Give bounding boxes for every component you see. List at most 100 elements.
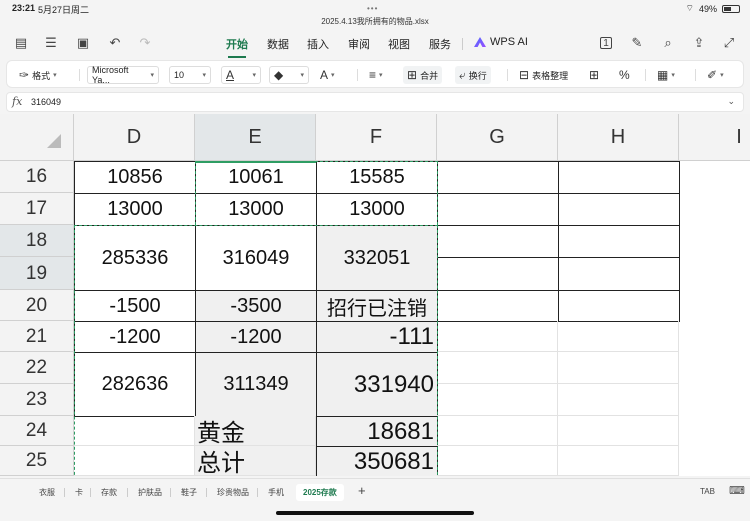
cell-h19[interactable] [558,257,680,291]
cell-g25[interactable] [437,446,558,476]
tab-insert[interactable]: 插入 [307,36,329,52]
sheet-tab-valuables[interactable]: 珍贵物品 [217,487,249,498]
cell-d21[interactable]: -1200 [74,321,196,353]
sheet-tab-clothes[interactable]: 衣服 [39,487,55,498]
cell-e18-active[interactable]: 316049 [195,225,317,291]
cell-h23[interactable] [558,384,679,416]
row-header-22[interactable]: 22 [0,352,74,384]
cell-f20[interactable]: 招行已注销 [316,290,438,322]
formula-bar[interactable]: fx 316049 ⌄ [6,92,744,112]
undo-icon[interactable]: ↶ [108,36,122,50]
cell-e16[interactable]: 10061 [195,161,317,194]
cell-h21[interactable] [558,321,679,352]
cell-e22[interactable]: 311349 [195,352,317,417]
redo-icon[interactable]: ↷ [138,36,152,50]
tab-start[interactable]: 开始 [226,36,248,58]
cell-h24[interactable] [558,416,679,446]
cell-f25[interactable]: 350681 [316,446,438,476]
sheet-tab-card[interactable]: 卡 [75,487,83,498]
share-icon[interactable]: ⇪ [692,36,706,50]
column-header-e[interactable]: E [195,114,316,161]
fullscreen-icon[interactable]: ⤢ [722,36,736,50]
sheet-tab-skincare[interactable]: 护肤品 [138,487,162,498]
search-icon[interactable]: ⌕ [661,36,675,50]
cell-h16[interactable] [558,161,680,194]
column-header-g[interactable]: G [437,114,558,161]
multitask-dots-icon[interactable]: ••• [367,4,378,13]
cell-h25[interactable] [558,446,679,476]
percent-button[interactable]: % [619,66,630,84]
sheet-tab-2025-deposit[interactable]: 2025存款 [296,484,344,501]
row-header-17[interactable]: 17 [0,193,74,225]
fill-color-button[interactable]: ◆ ▾ [269,66,309,84]
sheet-tab-phone[interactable]: 手机 [268,487,284,498]
font-name-select[interactable]: Microsoft Ya... ▾ [87,65,159,85]
cell-d22[interactable]: 282636 [74,352,196,417]
cell-d25[interactable] [74,446,195,476]
cell-f18[interactable]: 332051 [316,225,438,291]
cell-h18[interactable] [558,225,680,258]
keyboard-icon[interactable]: ⌨ [729,484,745,497]
cell-e25[interactable]: 总计 [195,446,316,476]
cell-e17[interactable]: 13000 [195,193,317,226]
wps-ai-button[interactable]: WPS AI [474,36,528,48]
tab-review[interactable]: 审阅 [348,36,370,52]
cell-d17[interactable]: 13000 [74,193,196,226]
cell-f22[interactable]: 331940 [316,352,438,417]
cell-style-button[interactable]: ⊞ [589,66,599,84]
cell-f17[interactable]: 13000 [316,193,438,226]
font-color-button[interactable]: A ▾ [221,66,261,84]
function-icon[interactable]: fx [12,95,22,108]
row-header-20[interactable]: 20 [0,290,74,321]
align-button[interactable]: ≡ ▾ [369,66,383,84]
cell-d18[interactable]: 285336 [74,225,196,291]
sidebar-toggle-icon[interactable]: ▤ [14,36,28,50]
clear-button[interactable]: ✐ ▾ [707,66,724,84]
border-button[interactable]: ▦ ▾ [657,66,675,84]
sheet-tab-shoes[interactable]: 鞋子 [181,487,197,498]
merge-button[interactable]: ⊞ 合并 [403,66,443,84]
select-all-corner[interactable] [0,114,74,161]
font-size-select[interactable]: 10 ▾ [169,66,211,84]
column-header-d[interactable]: D [74,114,195,161]
cell-d16[interactable]: 10856 [74,161,196,194]
row-header-19[interactable]: 19 [0,257,74,290]
cell-d24[interactable] [74,416,195,446]
cell-e20[interactable]: -3500 [195,290,317,322]
cell-g23[interactable] [437,384,558,416]
page-count-icon[interactable]: 1 [600,37,612,49]
cell-f21[interactable]: -111 [316,321,438,353]
wrap-button[interactable]: ⤶ 换行 [455,66,491,84]
formula-value[interactable]: 316049 [31,97,61,107]
row-header-24[interactable]: 24 [0,416,74,446]
cell-e21[interactable]: -1200 [195,321,317,353]
cell-f24[interactable]: 18681 [316,416,438,447]
format-button[interactable]: ✑ 格式 ▾ [19,66,57,84]
cell-g22[interactable] [437,352,558,384]
add-sheet-button[interactable]: + [358,483,366,498]
cell-g24[interactable] [437,416,558,446]
tab-services[interactable]: 服务 [429,36,451,52]
tab-key-button[interactable]: TAB [700,487,715,496]
tab-data[interactable]: 数据 [267,36,289,52]
save-icon[interactable]: ▣ [76,36,90,50]
chevron-down-icon[interactable]: ⌄ [727,96,735,107]
cell-h22[interactable] [558,352,679,384]
row-header-16[interactable]: 16 [0,161,74,193]
column-header-i[interactable]: I [679,114,750,161]
cell-h17[interactable] [558,193,680,226]
tab-view[interactable]: 视图 [388,36,410,52]
home-indicator[interactable] [276,511,474,515]
cell-h20[interactable] [558,290,680,322]
cell-g20[interactable] [437,290,559,322]
row-header-21[interactable]: 21 [0,321,74,352]
cell-e24[interactable]: 黄金 [195,416,316,446]
font-style-button[interactable]: A ▾ [320,66,335,84]
cell-g17[interactable] [437,193,559,226]
cell-g19[interactable] [437,257,559,291]
column-header-h[interactable]: H [558,114,679,161]
cell-d20[interactable]: -1500 [74,290,196,322]
row-header-25[interactable]: 25 [0,446,74,476]
cell-g16[interactable] [437,161,559,194]
row-header-23[interactable]: 23 [0,384,74,416]
